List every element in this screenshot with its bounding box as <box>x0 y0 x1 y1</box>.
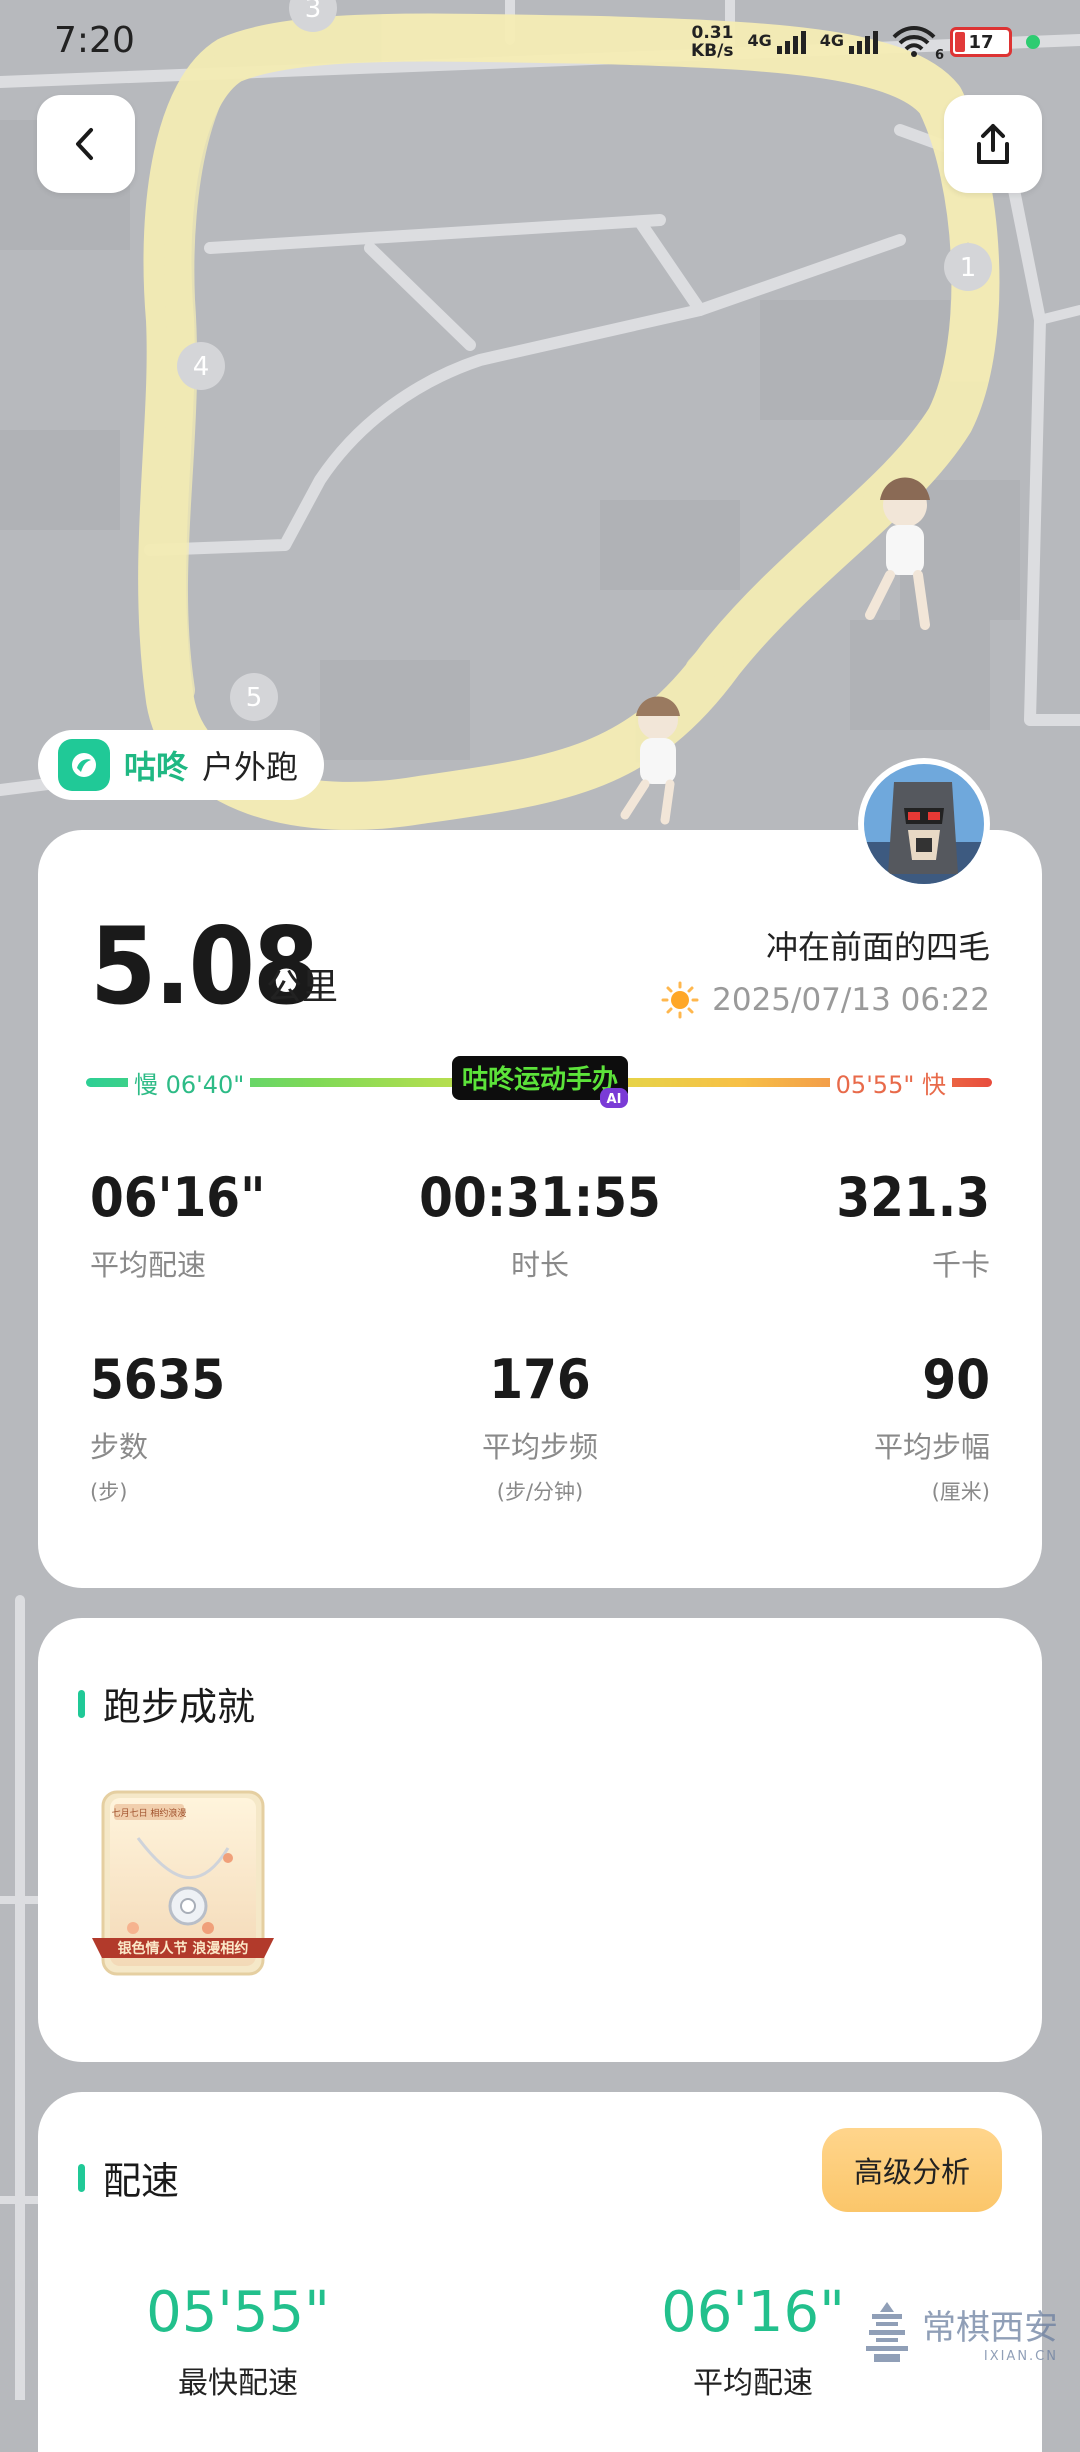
signal-icon-2: 4G <box>820 30 878 54</box>
pace-card: 配速 高级分析 05'55" 最快配速 06'16" 平均配速 <box>38 2092 1042 2452</box>
slowest-pace-label: 慢 06'40" <box>128 1065 251 1100</box>
share-button[interactable] <box>944 95 1042 193</box>
pace-header: 配速 <box>78 2150 179 2205</box>
status-icons: 0.31 KB/s 4G 4G 6 17 <box>691 23 1040 63</box>
back-button[interactable] <box>37 95 135 193</box>
chevron-left-icon <box>76 128 93 160</box>
achievements-header: 跑步成就 <box>78 1676 255 1731</box>
stat-avg-pace: 06'16" 平均配速 <box>90 1166 266 1283</box>
pagoda-logo-icon <box>866 2302 908 2362</box>
status-time: 7:20 <box>54 20 135 61</box>
distance-unit: 公里 <box>266 967 339 1008</box>
svg-text:1: 1 <box>960 253 977 283</box>
stat-stride: 90 平均步幅 (厘米) <box>873 1348 990 1505</box>
privacy-indicator-dot <box>1026 35 1040 49</box>
km-marker-5: 5 <box>230 673 278 721</box>
svg-text:咕咚运动手办: 咕咚运动手办 <box>462 1065 618 1095</box>
wifi-icon: 6 <box>892 25 944 63</box>
site-watermark: 常棋西安 IXIAN.CN <box>864 2300 1058 2364</box>
user-avatar[interactable] <box>858 758 990 890</box>
sun-weather-icon <box>661 981 699 1019</box>
codoon-logo-icon <box>58 739 110 791</box>
share-icon <box>977 124 1009 164</box>
run-datetime: 2025/07/13 06:22 <box>660 980 990 1020</box>
svg-text:银色情人节 浪漫相约: 银色情人节 浪漫相约 <box>118 1940 249 1957</box>
km-marker-4: 4 <box>177 342 225 390</box>
fastest-pace-label: 05'55" 快 <box>829 1065 952 1100</box>
achievements-card: 跑步成就 七月七日 相约浪漫 银色情人节 浪漫相约 <box>38 1618 1042 2062</box>
network-speed: 0.31 KB/s <box>691 23 734 61</box>
activity-label: 户外跑 <box>202 748 299 786</box>
section-marker <box>78 1689 85 1718</box>
user-name: 冲在前面的四毛 <box>765 928 990 966</box>
medal-valentine-badge[interactable]: 七月七日 相约浪漫 银色情人节 浪漫相约 <box>88 1788 278 1978</box>
stat-duration: 00:31:55 时长 <box>419 1166 661 1283</box>
svg-text:AI: AI <box>607 1092 622 1107</box>
run-summary-card: 5.08 公里 冲在前面的四毛 2025/07/13 06:22 慢 06'40… <box>38 830 1042 1588</box>
battery-icon: 17 <box>950 27 1012 57</box>
svg-text:七月七日 相约浪漫: 七月七日 相约浪漫 <box>112 1807 187 1819</box>
advanced-analysis-button[interactable]: 高级分析 <box>822 2128 1002 2212</box>
fastest-pace-stat: 05'55" 最快配速 <box>146 2280 330 2402</box>
pace-gradient-bar: 慢 06'40" 05'55" 快 咕咚运动手办 AI <box>86 1052 992 1112</box>
svg-text:4: 4 <box>193 352 210 382</box>
average-pace-stat: 06'16" 平均配速 <box>661 2280 845 2402</box>
avatar-image <box>864 764 984 884</box>
codoon-figure-logo: 咕咚运动手办 AI <box>452 1056 628 1108</box>
brand-label: 咕咚 <box>124 748 189 786</box>
stat-steps: 5635 步数 (步) <box>90 1348 226 1505</box>
stat-cadence: 176 平均步频 (步/分钟) <box>481 1348 598 1505</box>
stat-calories: 321.3 千卡 <box>836 1166 990 1283</box>
section-marker <box>78 2163 85 2192</box>
signal-icon-1: 4G <box>747 30 806 54</box>
status-bar: 7:20 0.31 KB/s 4G 4G 6 17 <box>0 0 1080 90</box>
svg-text:5: 5 <box>246 683 263 713</box>
activity-type-badge: 咕咚 户外跑 <box>38 730 325 800</box>
